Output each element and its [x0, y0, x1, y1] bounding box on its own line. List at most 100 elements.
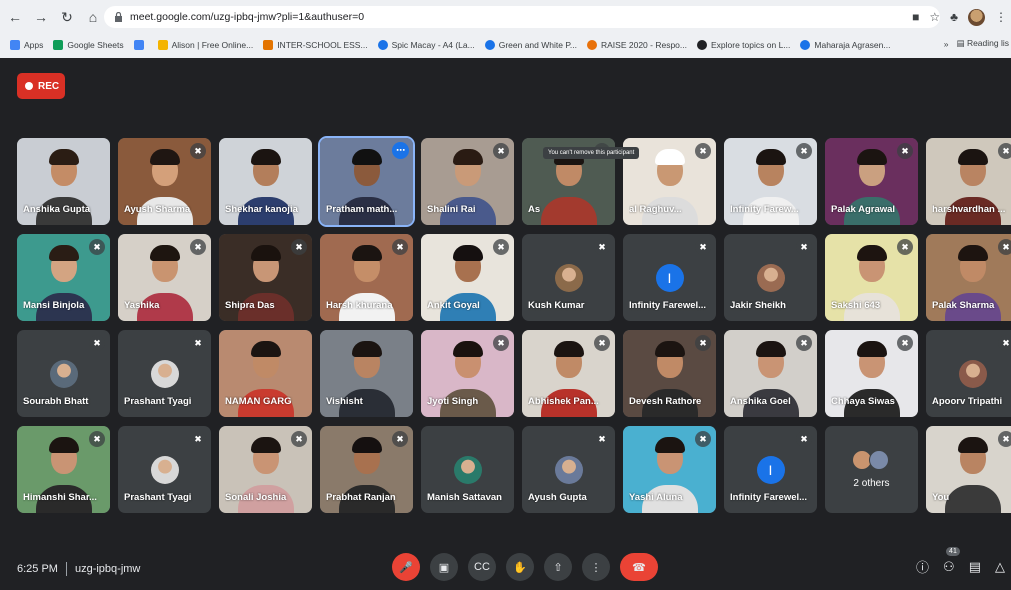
lock-icon	[115, 12, 122, 22]
participant-tile[interactable]: ✖ Palak Sharma	[926, 234, 1011, 321]
participant-hair	[957, 149, 988, 165]
forward-arrow-icon[interactable]: →	[30, 6, 52, 28]
participant-tile[interactable]: ✖ Kush Kumar	[522, 234, 615, 321]
participant-name: Yashi Aluna	[629, 492, 683, 503]
captions-button[interactable]: CC	[468, 553, 496, 581]
participant-name: Anshika Gupta	[23, 204, 91, 215]
participant-tile[interactable]: ✖ Sourabh Bhatt	[17, 330, 110, 417]
leave-call-button[interactable]: ☎	[620, 553, 658, 581]
bookmark-star-icon[interactable]: ☆	[929, 10, 940, 24]
avatar-initial: I	[655, 264, 684, 292]
browser-menu-icon[interactable]: ⋮	[995, 10, 1007, 24]
bottom-bar: 6:25 PM uzg-ipbq-jmw 🎤 ▣ CC ✋ ⇧ ⋮ ☎ ⓘ ⚇ 4…	[0, 546, 1011, 590]
participant-tile[interactable]: 2 others	[825, 426, 918, 513]
participant-tile[interactable]: Shekhar kanojia	[219, 138, 312, 225]
bookmark-label: Apps	[24, 40, 44, 50]
participant-tile[interactable]: NAMAN GARG	[219, 330, 312, 417]
participant-tile[interactable]: ✖ Chhaya Siwas	[825, 330, 918, 417]
meeting-code[interactable]: uzg-ipbq-jmw	[75, 563, 140, 575]
participant-tile[interactable]: ✖ Ankit Goyal	[421, 234, 514, 321]
mic-muted-icon: ✖	[998, 335, 1011, 351]
participant-name: Ankit Goyal	[427, 300, 480, 311]
meeting-info: 6:25 PM uzg-ipbq-jmw	[17, 562, 140, 576]
participant-tile[interactable]: ✖ Prashant Tyagi	[118, 330, 211, 417]
reload-icon[interactable]: ↻	[56, 6, 78, 28]
participant-tile[interactable]: ✖ Ayush Gupta	[522, 426, 615, 513]
bookmark-item[interactable]: Explore topics on L...	[697, 40, 790, 50]
avatar	[150, 456, 179, 484]
participant-tile[interactable]: I ✖ Infinity Farewel...	[724, 426, 817, 513]
home-icon[interactable]: ⌂	[82, 6, 104, 28]
participant-name: Infinity Farew...	[730, 204, 799, 215]
participant-tile[interactable]: ✖ Sonali Joshia	[219, 426, 312, 513]
mic-muted-icon: ✖	[190, 335, 206, 351]
participant-tile[interactable]: ✖ Abhishek Pan...	[522, 330, 615, 417]
participant-tile[interactable]: ✖ Jakir Sheikh	[724, 234, 817, 321]
bookmark-item[interactable]: RAISE 2020 - Respo...	[587, 40, 687, 50]
participant-tile[interactable]: ✖ harshvardhan ...	[926, 138, 1011, 225]
participant-name: Prashant Tyagi	[124, 492, 192, 503]
participant-tile[interactable]: ✖ Jyoti Singh	[421, 330, 514, 417]
participant-tile[interactable]: ✖ Harsh khurana	[320, 234, 413, 321]
bookmark-item[interactable]: Google Sheets	[53, 40, 124, 50]
bookmark-item[interactable]: Spic Macay - A4 (La...	[377, 40, 475, 50]
participant-tile[interactable]: Anshika Gupta	[17, 138, 110, 225]
participant-tile[interactable]: ✖ Shalini Rai	[421, 138, 514, 225]
extensions-icon[interactable]: ♣	[950, 10, 958, 24]
raise-hand-button[interactable]: ✋	[506, 553, 534, 581]
participant-tile[interactable]: ✖ Sakshi 643	[825, 234, 918, 321]
participant-tile[interactable]: ✖ Yashika	[118, 234, 211, 321]
participant-tile[interactable]: ✖ Prabhat Ranjan	[320, 426, 413, 513]
recording-indicator[interactable]: REC	[17, 73, 65, 99]
participant-name: Himanshi Shar...	[23, 492, 97, 503]
activities-icon[interactable]: △	[995, 559, 1005, 575]
participant-tile[interactable]: I ✖ Infinity Farewel...	[623, 234, 716, 321]
participant-tile[interactable]: ✖ Himanshi Shar...	[17, 426, 110, 513]
chat-icon[interactable]: ▤	[969, 559, 981, 575]
people-button[interactable]: ⚇ 41	[943, 546, 960, 575]
participant-tile[interactable]: ✖ Palak Agrawal	[825, 138, 918, 225]
participant-tile[interactable]: ✖ Apoorv Tripathi	[926, 330, 1011, 417]
reading-list-label: Reading lis	[966, 38, 1009, 48]
participant-tile[interactable]: ✖ Shipra Das	[219, 234, 312, 321]
participant-tile[interactable]: Vishisht	[320, 330, 413, 417]
bookmark-item[interactable]: Alison | Free Online...	[157, 40, 253, 50]
apps-grid-icon	[10, 40, 20, 50]
more-options-button[interactable]: ⋮	[582, 553, 610, 581]
bookmark-item[interactable]	[133, 40, 148, 50]
tile-options-icon[interactable]: ⋯	[392, 142, 409, 159]
bookmark-item[interactable]: Maharaja Agrasen...	[800, 40, 890, 50]
camera-in-use-icon[interactable]: ■	[912, 10, 919, 24]
bookmarks-more-icon[interactable]: »	[944, 39, 949, 49]
participant-tile[interactable]: ✖ Infinity Farew...	[724, 138, 817, 225]
bookmark-item[interactable]: Apps	[10, 40, 43, 50]
participant-tile[interactable]: ✖ You	[926, 426, 1011, 513]
profile-avatar[interactable]	[968, 8, 985, 26]
participant-tile[interactable]: ✖ Yashi Aluna	[623, 426, 716, 513]
participant-tile[interactable]: ✖ Prashant Tyagi	[118, 426, 211, 513]
mic-muted-icon: ✖	[594, 431, 610, 447]
participant-name: harshvardhan ...	[932, 204, 1006, 215]
participant-tile[interactable]: Manish Sattavan	[421, 426, 514, 513]
reading-list-button[interactable]: ▤ Reading lis	[957, 38, 1009, 49]
mic-muted-icon: ✖	[392, 431, 408, 447]
bookmark-label: Spic Macay - A4 (La...	[391, 40, 475, 50]
bookmark-item[interactable]: Green and White P...	[484, 40, 577, 50]
bookmarks-overflow: » ▤ Reading lis	[944, 38, 1009, 49]
mic-off-button[interactable]: 🎤	[392, 553, 420, 581]
participant-tile[interactable]: ✖ Mansi Binjola	[17, 234, 110, 321]
participant-tile[interactable]: ✖ Devesh Rathore	[623, 330, 716, 417]
meeting-details-icon[interactable]: ⓘ	[916, 557, 929, 576]
participant-tile[interactable]: ✖ Anshika Goel	[724, 330, 817, 417]
participant-name: Harsh khurana	[326, 300, 393, 311]
bookmark-item[interactable]: INTER-SCHOOL ESS...	[263, 40, 368, 50]
camera-button[interactable]: ▣	[430, 553, 458, 581]
participant-name: Jyoti Singh	[427, 396, 479, 407]
participant-tile[interactable]: ⋯ Pratham math...	[318, 136, 415, 227]
present-screen-button[interactable]: ⇧	[544, 553, 572, 581]
participant-hair	[755, 149, 786, 165]
bookmark-label: Explore topics on L...	[711, 40, 791, 50]
address-bar[interactable]: meet.google.com/uzg-ipbq-jmw?pli=1&authu…	[104, 6, 940, 28]
participant-tile[interactable]: ✖ Ayush Sharma	[118, 138, 211, 225]
back-arrow-icon[interactable]: ←	[4, 6, 26, 28]
